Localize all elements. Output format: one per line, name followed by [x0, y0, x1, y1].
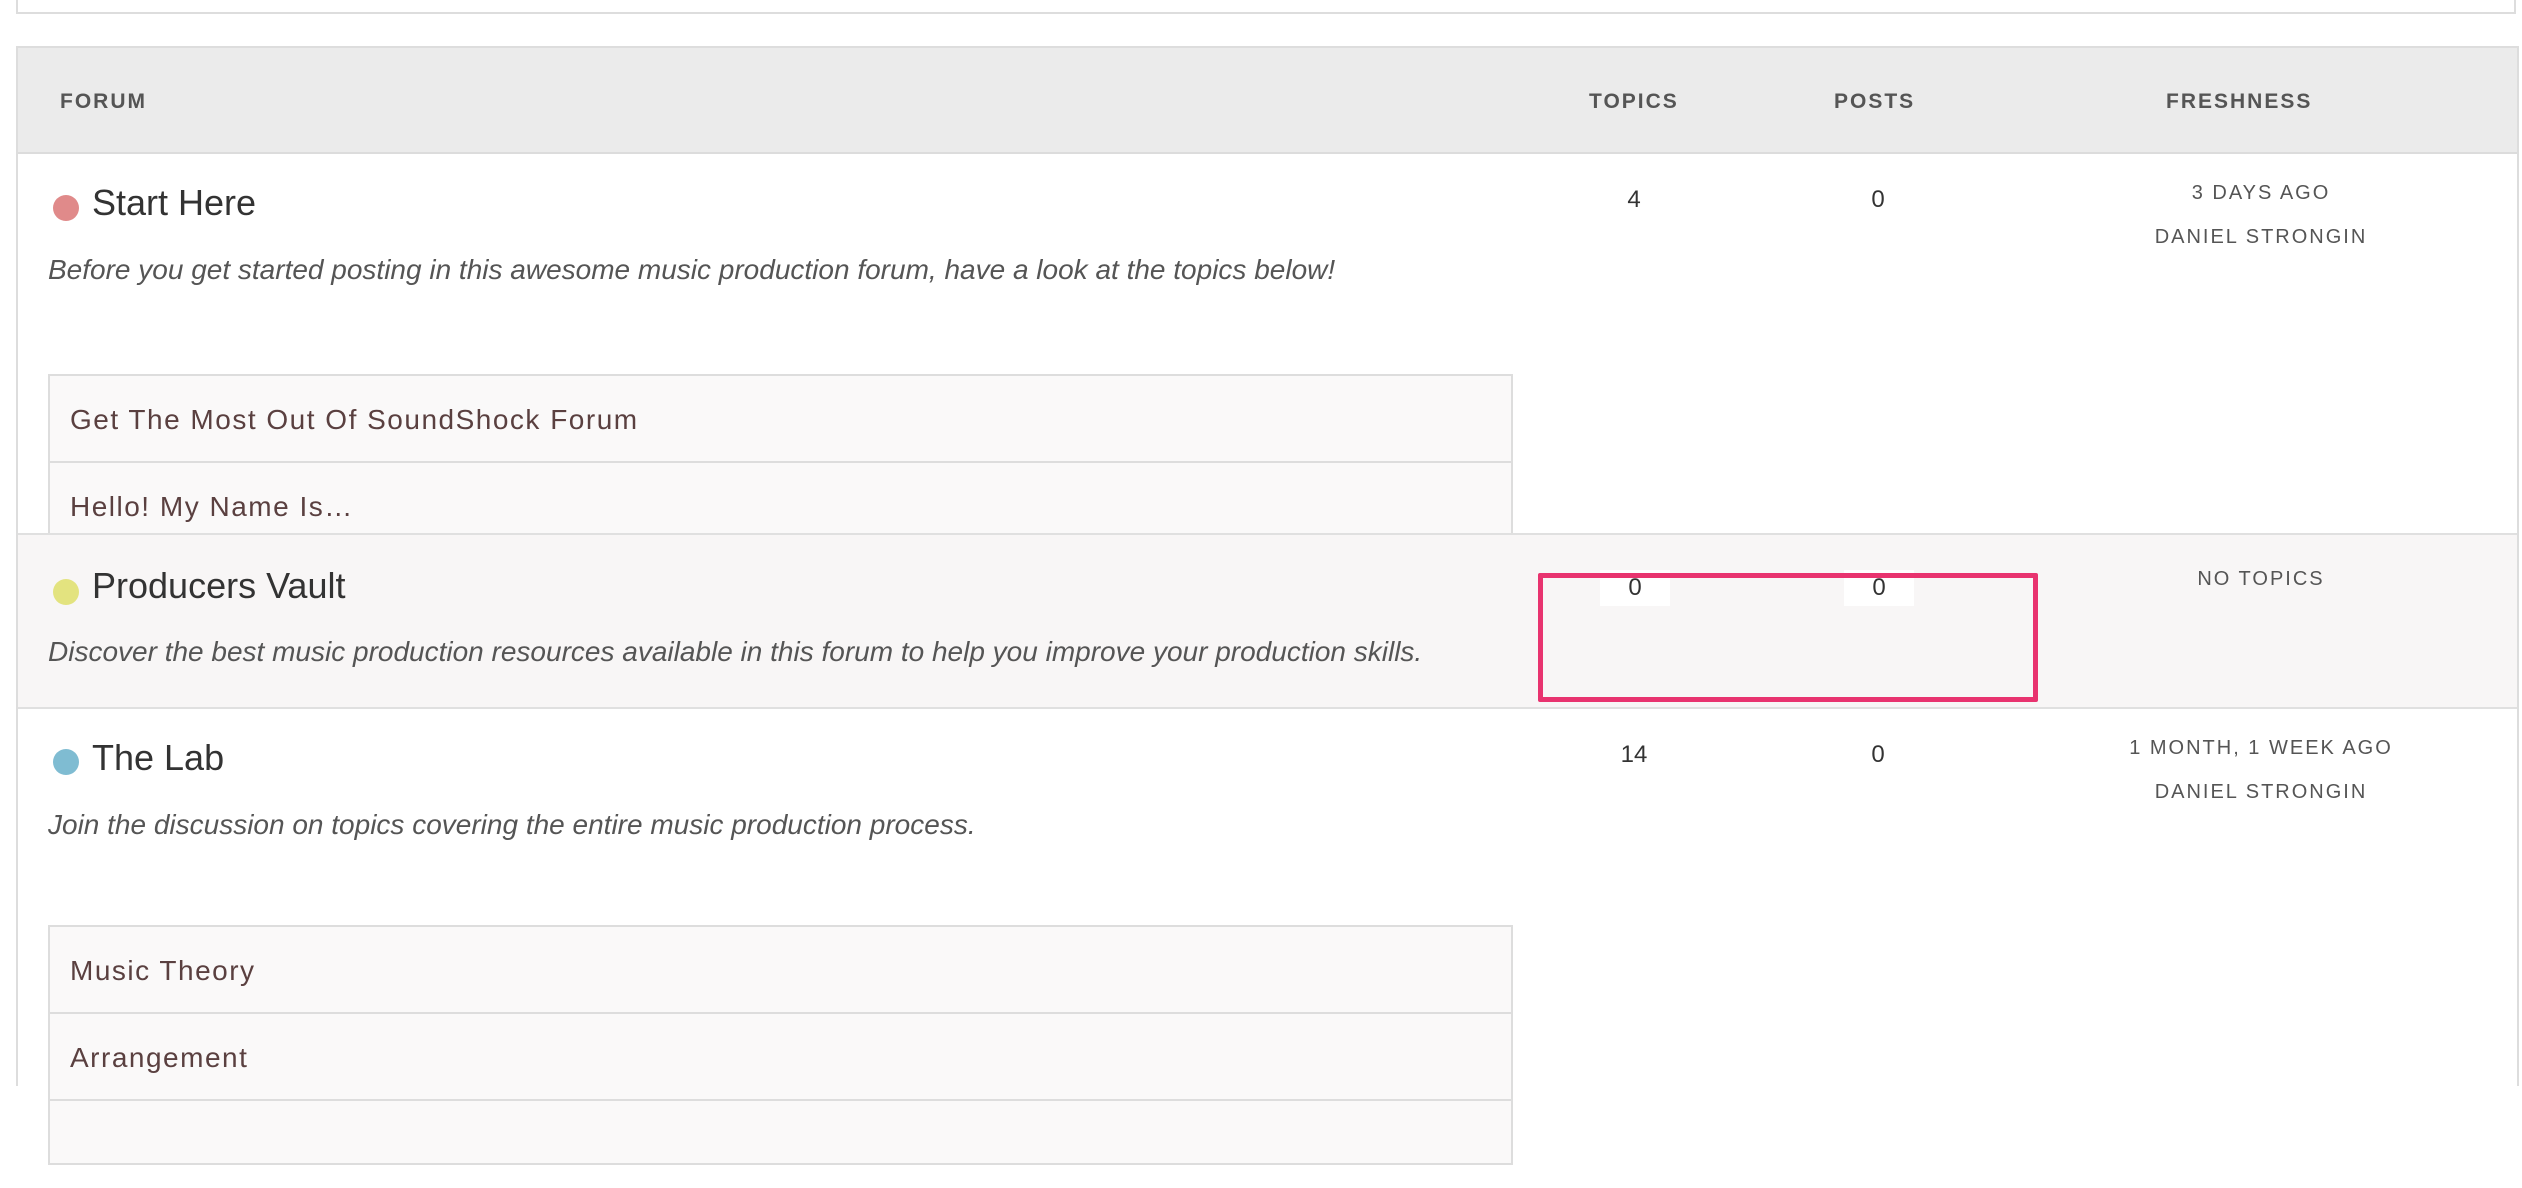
- column-header-topics: TOPICS: [1589, 90, 1679, 113]
- posts-count: 0: [1871, 186, 1885, 213]
- freshness-author[interactable]: DANIEL STRONGIN: [2061, 226, 2461, 249]
- forum-status-dot-icon: [53, 195, 79, 221]
- freshness-time[interactable]: 3 DAYS AGO: [2061, 182, 2461, 205]
- subforum-list: Music Theory Arrangement: [48, 925, 1513, 1165]
- forum-row-the-lab: The Lab Join the discussion on topics co…: [18, 707, 2517, 1165]
- column-header-freshness: FRESHNESS: [2166, 90, 2313, 113]
- subforum-list: Get The Most Out Of SoundShock Forum Hel…: [48, 374, 1513, 552]
- forum-status-dot-icon: [53, 749, 79, 775]
- forum-status-dot-icon: [53, 579, 79, 605]
- forum-row-producers-vault: Producers Vault Discover the best music …: [18, 533, 2517, 707]
- highlight-box: [1538, 573, 2038, 702]
- subforum-item[interactable]: Music Theory: [50, 927, 1511, 1014]
- posts-count: 0: [1871, 741, 1885, 768]
- forum-description: Join the discussion on topics covering t…: [48, 809, 976, 840]
- subforum-item[interactable]: [50, 1101, 1511, 1188]
- previous-panel-edge: [16, 0, 2516, 14]
- forum-title-start-here[interactable]: Start Here: [92, 182, 256, 224]
- table-header: FORUM TOPICS POSTS FRESHNESS: [18, 48, 2517, 154]
- column-header-forum: FORUM: [60, 90, 147, 113]
- forum-title-the-lab[interactable]: The Lab: [92, 737, 224, 779]
- subforum-item[interactable]: Get The Most Out Of SoundShock Forum: [50, 376, 1511, 463]
- freshness-author[interactable]: DANIEL STRONGIN: [2061, 781, 2461, 804]
- freshness-time: NO TOPICS: [2197, 568, 2325, 590]
- forum-title-producers-vault[interactable]: Producers Vault: [92, 565, 345, 607]
- column-header-posts: POSTS: [1834, 90, 1916, 113]
- topics-count: 4: [1627, 186, 1641, 213]
- subforum-item[interactable]: Arrangement: [50, 1014, 1511, 1101]
- freshness-time[interactable]: 1 MONTH, 1 WEEK AGO: [2061, 737, 2461, 760]
- forum-description: Before you get started posting in this a…: [48, 254, 1336, 285]
- forum-row-start-here: Start Here Before you get started postin…: [18, 154, 2517, 552]
- forum-description: Discover the best music production resou…: [48, 636, 1423, 667]
- topics-count: 14: [1620, 741, 1648, 768]
- forum-table: FORUM TOPICS POSTS FRESHNESS Start Here …: [16, 46, 2519, 1165]
